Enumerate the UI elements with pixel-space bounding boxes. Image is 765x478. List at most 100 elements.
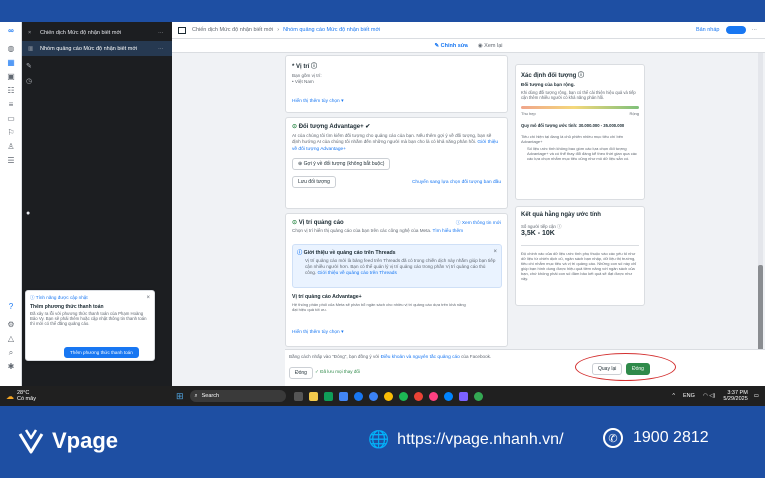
search-icon[interactable]: ⌕ [6,348,16,358]
edge-icon[interactable] [368,391,378,401]
notification-header: ⓘ Tính năng được cập nhật × [30,295,150,301]
breadth-labels: Thu hẹp Rộng [521,111,639,117]
chrome-icon[interactable] [353,391,363,401]
location-card: * Vị trí ⓘ Bạn gồm vị trí: • Việt Nam Hi… [285,55,508,113]
broad-label: Rộng [629,111,639,116]
meta-logo-icon[interactable]: ∞ [6,26,16,36]
threads-info-header: ⓘ Giới thiệu về quảng cáo trên Threads × [297,249,497,256]
panel-toggle-icon[interactable] [178,26,186,34]
scrollbar-track[interactable] [758,53,763,386]
edit-pencil-icon[interactable]: ✎ [26,62,32,70]
placement-title: ⊙ Vị trí quảng cáo [292,220,344,226]
app-icon-4[interactable] [413,391,423,401]
results-title: Kết quả hằng ngày ước tính [521,212,601,218]
placement-learn-text: Xem thông tin mới [461,221,501,226]
clock[interactable]: 3:37 PM 5/29/2025 [723,390,747,402]
define-title: Xác định đối tượng ⓘ [521,73,584,79]
audience-breadth-meter [521,106,639,109]
app-icon-5[interactable] [428,391,438,401]
help-icon[interactable]: ? [6,302,16,312]
bug-icon[interactable]: ✱ [6,362,16,372]
notification-body: Đã xảy ra lỗi với phương thức thanh toán… [30,311,147,327]
terms-link[interactable]: Điều khoản và nguyên tắc quảng cáo [381,355,460,360]
audience-suggest-text: Gợi ý về đối tượng (không bắt buộc) [303,161,385,167]
more-icon[interactable]: ··· [158,46,172,52]
task-view-icon[interactable] [293,391,303,401]
estimated-results-panel: Kết quả hằng ngày ước tính Số người tiếp… [515,206,645,306]
scrollbar-thumb[interactable] [758,265,763,355]
website-info: 🌐 https://vpage.nhanh.vn/ [368,430,564,450]
menu-icon[interactable]: ≡ [6,100,16,110]
editor-header: Chiến dịch Mức độ nhận biết mới › Nhóm q… [172,22,765,39]
language-indicator[interactable]: ENG [683,393,695,399]
taskbar-search[interactable]: ⌕ Search [189,390,286,402]
save-audience-button[interactable]: Lưu đối tượng [292,176,336,188]
close-button[interactable]: Đóng [289,367,313,379]
define-note2: Số liệu ước tính không bao gồm các lựa c… [527,146,637,161]
vpage-logo-icon [18,429,44,454]
tray-chevron-icon[interactable]: ^ [672,393,675,399]
placement-desc-link[interactable]: Tìm hiểu thêm [432,229,463,234]
breadcrumb-adset[interactable]: Nhóm quảng cáo Mức độ nhận biết mới [283,27,380,33]
placement-header: ⊙ Vị trí quảng cáo ⓘ Xem thông tin mới [292,219,501,226]
audience-definition-panel: Xác định đối tượng ⓘ Đối tượng của bạn r… [515,64,645,200]
threads-learn-link[interactable]: Giới thiệu về quảng cáo trên Threads [318,271,397,276]
switch-audience-link[interactable]: Chuyển sang lựa chọn đối tượng ban đầu [412,180,501,185]
app-icon-2[interactable] [338,391,348,401]
app-icon-6[interactable] [458,391,468,401]
settings-icon[interactable]: ⚙ [6,320,16,330]
location-title: * Vị trí ⓘ [292,64,318,70]
breadcrumb-campaign[interactable]: Chiến dịch Mức độ nhận biết mới [192,27,273,33]
app-icon-1[interactable] [323,391,333,401]
draft-toggle[interactable] [725,26,746,34]
app-icon-3[interactable] [383,391,393,401]
list-icon[interactable]: ☰ [6,156,16,166]
mode-bar: ✎ Chỉnh sửa ◉ Xem lại [172,39,765,53]
globe-icon: 🌐 [368,430,390,449]
add-payment-button[interactable]: Thêm phương thức thanh toán [64,347,139,358]
placement-more-link[interactable]: Hiển thị thêm tùy chọn ▾ [292,330,343,335]
website-url[interactable]: https://vpage.nhanh.vn/ [397,431,563,449]
notification-close-icon[interactable]: × [146,295,150,301]
location-value-text: Việt Nam [294,79,314,84]
alert-icon[interactable]: △ [6,334,16,344]
windows-start-icon[interactable]: ⊞ [176,391,184,402]
threads-close-icon[interactable]: × [493,249,497,256]
info-dot-icon: ● [26,210,31,217]
specific-label: Thu hẹp [521,111,536,116]
more-icon[interactable]: ··· [158,30,172,36]
tag-icon[interactable]: ⚐ [6,128,16,138]
audience-icon[interactable]: ☷ [6,86,16,96]
advantage-placement-desc: Hệ thống phân phối của Meta sẽ phân bổ n… [292,302,466,312]
threads-info-title: ⓘ Giới thiệu về quảng cáo trên Threads [297,250,396,256]
tree-item-campaign[interactable]: × Chiến dịch Mức độ nhận biết mới ··· [22,25,172,40]
home-icon[interactable]: ◍ [6,44,16,54]
tree-item-adset[interactable]: ▥ Nhóm quảng cáo Mức độ nhận biết mới ··… [22,41,172,56]
billing-icon[interactable]: ▭ [6,114,16,124]
pages-icon[interactable]: ▣ [6,72,16,82]
close-icon[interactable]: × [28,30,40,36]
notification-center-icon[interactable]: ▭ [754,393,759,399]
people-icon[interactable]: ♙ [6,142,16,152]
highlight-oval [575,353,676,381]
explorer-icon[interactable] [308,391,318,401]
messenger-icon[interactable] [443,391,453,401]
location-more-link[interactable]: Hiển thị thêm tùy chọn ▾ [292,99,501,104]
placement-learn-link[interactable]: ⓘ Xem thông tin mới [456,219,501,226]
review-tab[interactable]: ◉ Xem lại [478,43,503,49]
terms-text-start: Bằng cách nhấp vào "Đóng", bạn đồng ý vớ… [289,354,380,359]
threads-info-box: ⓘ Giới thiệu về quảng cáo trên Threads ×… [292,244,502,288]
edit-tab[interactable]: ✎ Chỉnh sửa [434,43,467,49]
network-icon[interactable]: ◠ ◁) [703,393,715,399]
phone-number[interactable]: 1900 2812 [633,429,709,447]
spotify-icon[interactable] [398,391,408,401]
audience-title: ⊙ Đối tượng Advantage+ ✔ [292,124,371,130]
app-icon-7[interactable] [473,391,483,401]
audience-title-text: Đối tượng Advantage+ [298,124,364,130]
more-options-icon[interactable]: ··· [752,27,758,33]
weather-widget[interactable]: 28°C Có mây [17,390,36,402]
audience-suggestion-button[interactable]: ⊕ Gợi ý về đối tượng (không bắt buộc) [292,158,391,170]
clock-date: 5/29/2025 [723,396,748,402]
table-icon[interactable]: ▦ [6,58,16,68]
vpage-footer-band: Vpage 🌐 https://vpage.nhanh.vn/ ✆ 1900 2… [0,406,765,478]
